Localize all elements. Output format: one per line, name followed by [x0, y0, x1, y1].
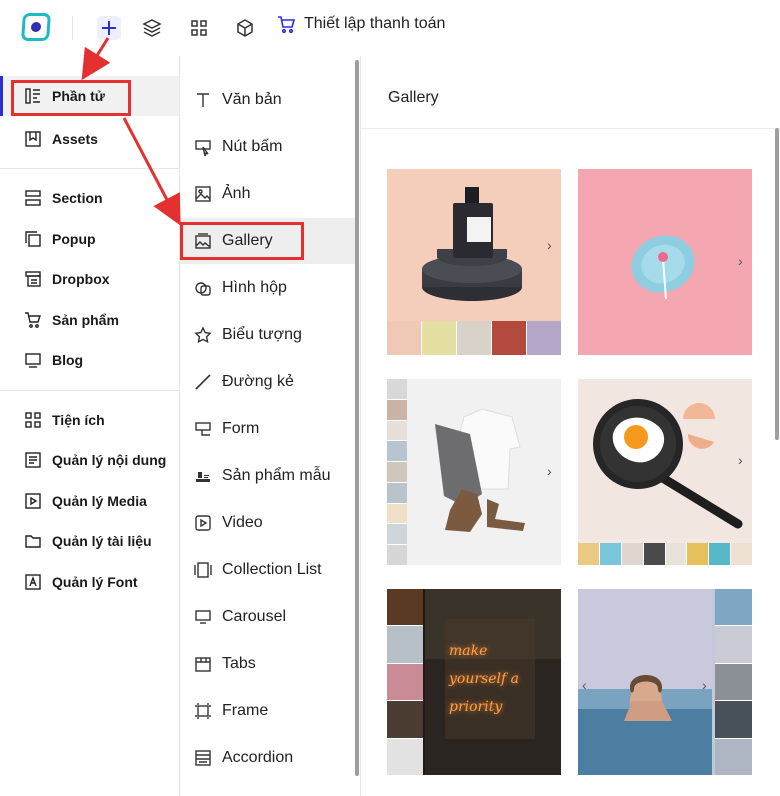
annotation-arrows: [81, 37, 181, 226]
